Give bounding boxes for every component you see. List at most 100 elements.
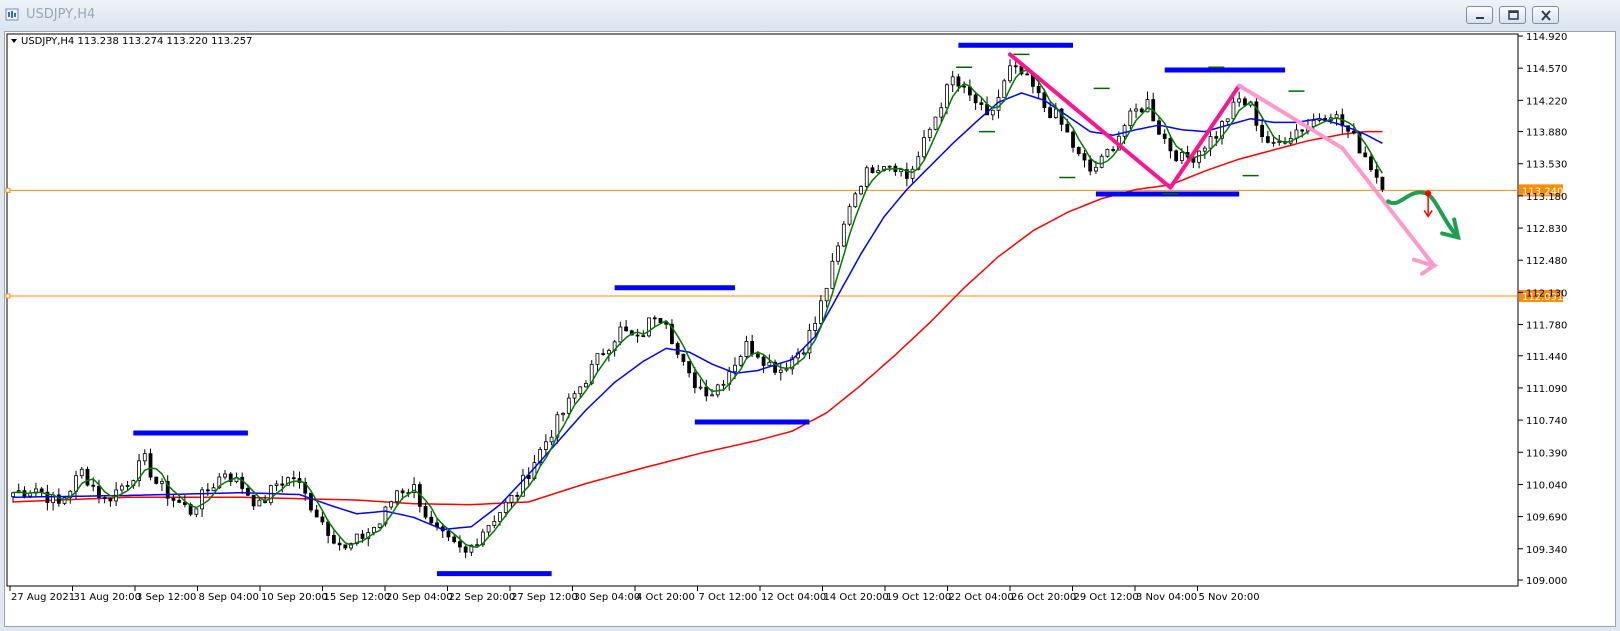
x-tick-label: 7 Oct 12:00 bbox=[699, 592, 758, 603]
window-titlebar[interactable]: USDJPY,H4 bbox=[0, 0, 1620, 30]
symbol-dropdown-icon[interactable] bbox=[11, 39, 17, 43]
candle-body bbox=[372, 526, 376, 533]
candle-body bbox=[171, 497, 176, 501]
candle-body bbox=[211, 487, 216, 492]
candle-body bbox=[394, 490, 399, 503]
restore-icon bbox=[1508, 10, 1519, 20]
candle-body bbox=[910, 168, 915, 179]
candle-body bbox=[1076, 147, 1081, 155]
candle-body bbox=[1237, 98, 1242, 103]
y-tick-label: 109.690 bbox=[1526, 513, 1567, 524]
forecast-path[interactable] bbox=[1386, 190, 1461, 240]
candle-body bbox=[979, 102, 984, 105]
candle-body bbox=[1036, 85, 1041, 94]
y-tick-label: 109.000 bbox=[1526, 576, 1567, 587]
candle-body bbox=[142, 453, 147, 462]
candle-body bbox=[509, 494, 514, 503]
y-tick-label: 113.530 bbox=[1526, 160, 1567, 171]
candle-body bbox=[767, 361, 772, 366]
double-top-pattern-line[interactable] bbox=[1008, 52, 1242, 190]
x-tick-label: 10 Sep 20:00 bbox=[261, 592, 328, 603]
candle-body bbox=[647, 317, 651, 337]
candle-body bbox=[813, 323, 818, 331]
candle-body bbox=[956, 76, 961, 87]
x-tick-label: 31 Aug 20:00 bbox=[74, 592, 141, 603]
candle-body bbox=[177, 499, 182, 503]
candle-body bbox=[223, 473, 227, 478]
candle-body bbox=[280, 483, 285, 486]
candle-body bbox=[1351, 130, 1356, 134]
y-tick-label: 109.340 bbox=[1526, 545, 1567, 556]
x-tick-label: 3 Sep 12:00 bbox=[136, 592, 196, 603]
x-tick-label: 12 Oct 04:00 bbox=[761, 592, 826, 603]
y-tick-label: 111.440 bbox=[1526, 352, 1567, 363]
candle-body bbox=[543, 441, 548, 450]
mt4-chart-window: USDJPY,H4 113.240 112.091 114.920 114.570 1… bbox=[0, 0, 1620, 631]
candle-body bbox=[1174, 150, 1179, 162]
candle-body bbox=[1025, 73, 1030, 76]
level-anchor[interactable] bbox=[5, 187, 11, 193]
candle-body bbox=[194, 508, 199, 515]
candle-body bbox=[291, 477, 296, 480]
candle-body bbox=[108, 498, 113, 502]
candle-body bbox=[927, 128, 932, 138]
candle-body bbox=[566, 397, 571, 414]
candle-body bbox=[463, 546, 468, 553]
candle-body bbox=[1082, 153, 1087, 161]
candle-body bbox=[704, 386, 709, 397]
chart-area[interactable]: 113.240 112.091 114.920 114.570 114.220 113.… bbox=[4, 31, 1616, 627]
candle-body bbox=[1374, 169, 1379, 178]
x-tick-label: 20 Sep 04:00 bbox=[386, 592, 453, 603]
candle-body bbox=[1071, 131, 1075, 148]
candle-body bbox=[755, 353, 760, 358]
close-button[interactable] bbox=[1532, 6, 1559, 24]
candle-body bbox=[475, 544, 480, 547]
x-tick-label: 30 Sep 04:00 bbox=[574, 592, 641, 603]
candle-body bbox=[1013, 65, 1018, 68]
candle-body bbox=[733, 364, 737, 373]
candle-body bbox=[887, 165, 892, 168]
candle-body bbox=[1134, 108, 1138, 112]
candle-body bbox=[1369, 156, 1373, 171]
candle-body bbox=[79, 468, 84, 477]
candle-body bbox=[1208, 136, 1213, 149]
candle-body bbox=[452, 536, 457, 543]
y-tick-label: 112.480 bbox=[1526, 256, 1567, 267]
candle-body bbox=[1265, 136, 1270, 143]
candle-body bbox=[652, 317, 657, 320]
price-chart[interactable]: 113.240112.091 114.920114.570114.220113.… bbox=[5, 32, 1615, 626]
candle-body bbox=[429, 516, 434, 524]
y-tick-label: 113.180 bbox=[1526, 192, 1567, 203]
candle-body bbox=[257, 499, 262, 507]
candle-body bbox=[710, 394, 714, 397]
close-icon bbox=[1541, 10, 1551, 21]
candle-body bbox=[503, 501, 508, 514]
x-tick-label: 3 Nov 04:00 bbox=[1136, 592, 1197, 603]
candle-body bbox=[836, 245, 840, 262]
candle-body bbox=[1105, 149, 1110, 157]
restore-button[interactable] bbox=[1499, 6, 1526, 24]
candle-body bbox=[578, 386, 583, 395]
y-tick-label: 114.570 bbox=[1526, 64, 1567, 75]
candle-body bbox=[1122, 125, 1127, 137]
x-tick-label: 8 Sep 04:00 bbox=[199, 592, 259, 603]
level-anchor[interactable] bbox=[5, 293, 11, 299]
candle-body bbox=[870, 167, 875, 174]
candle-body bbox=[119, 485, 124, 491]
candle-body bbox=[561, 412, 565, 416]
candle-body bbox=[830, 260, 835, 289]
candle-body bbox=[1053, 108, 1058, 118]
y-tick-label: 114.220 bbox=[1526, 96, 1567, 107]
y-tick-label: 114.920 bbox=[1526, 32, 1567, 43]
candle-body bbox=[853, 193, 858, 208]
candle-body bbox=[641, 335, 646, 338]
candle-body bbox=[899, 169, 904, 172]
candle-body bbox=[377, 523, 382, 528]
x-tick-label: 29 Oct 12:00 bbox=[1074, 592, 1139, 603]
candle-body bbox=[200, 489, 204, 510]
candle-body bbox=[1179, 151, 1184, 162]
y-tick-label: 113.880 bbox=[1526, 128, 1567, 139]
minimize-icon bbox=[1476, 17, 1484, 19]
minimize-button[interactable] bbox=[1466, 6, 1493, 24]
candle-body bbox=[389, 501, 394, 508]
